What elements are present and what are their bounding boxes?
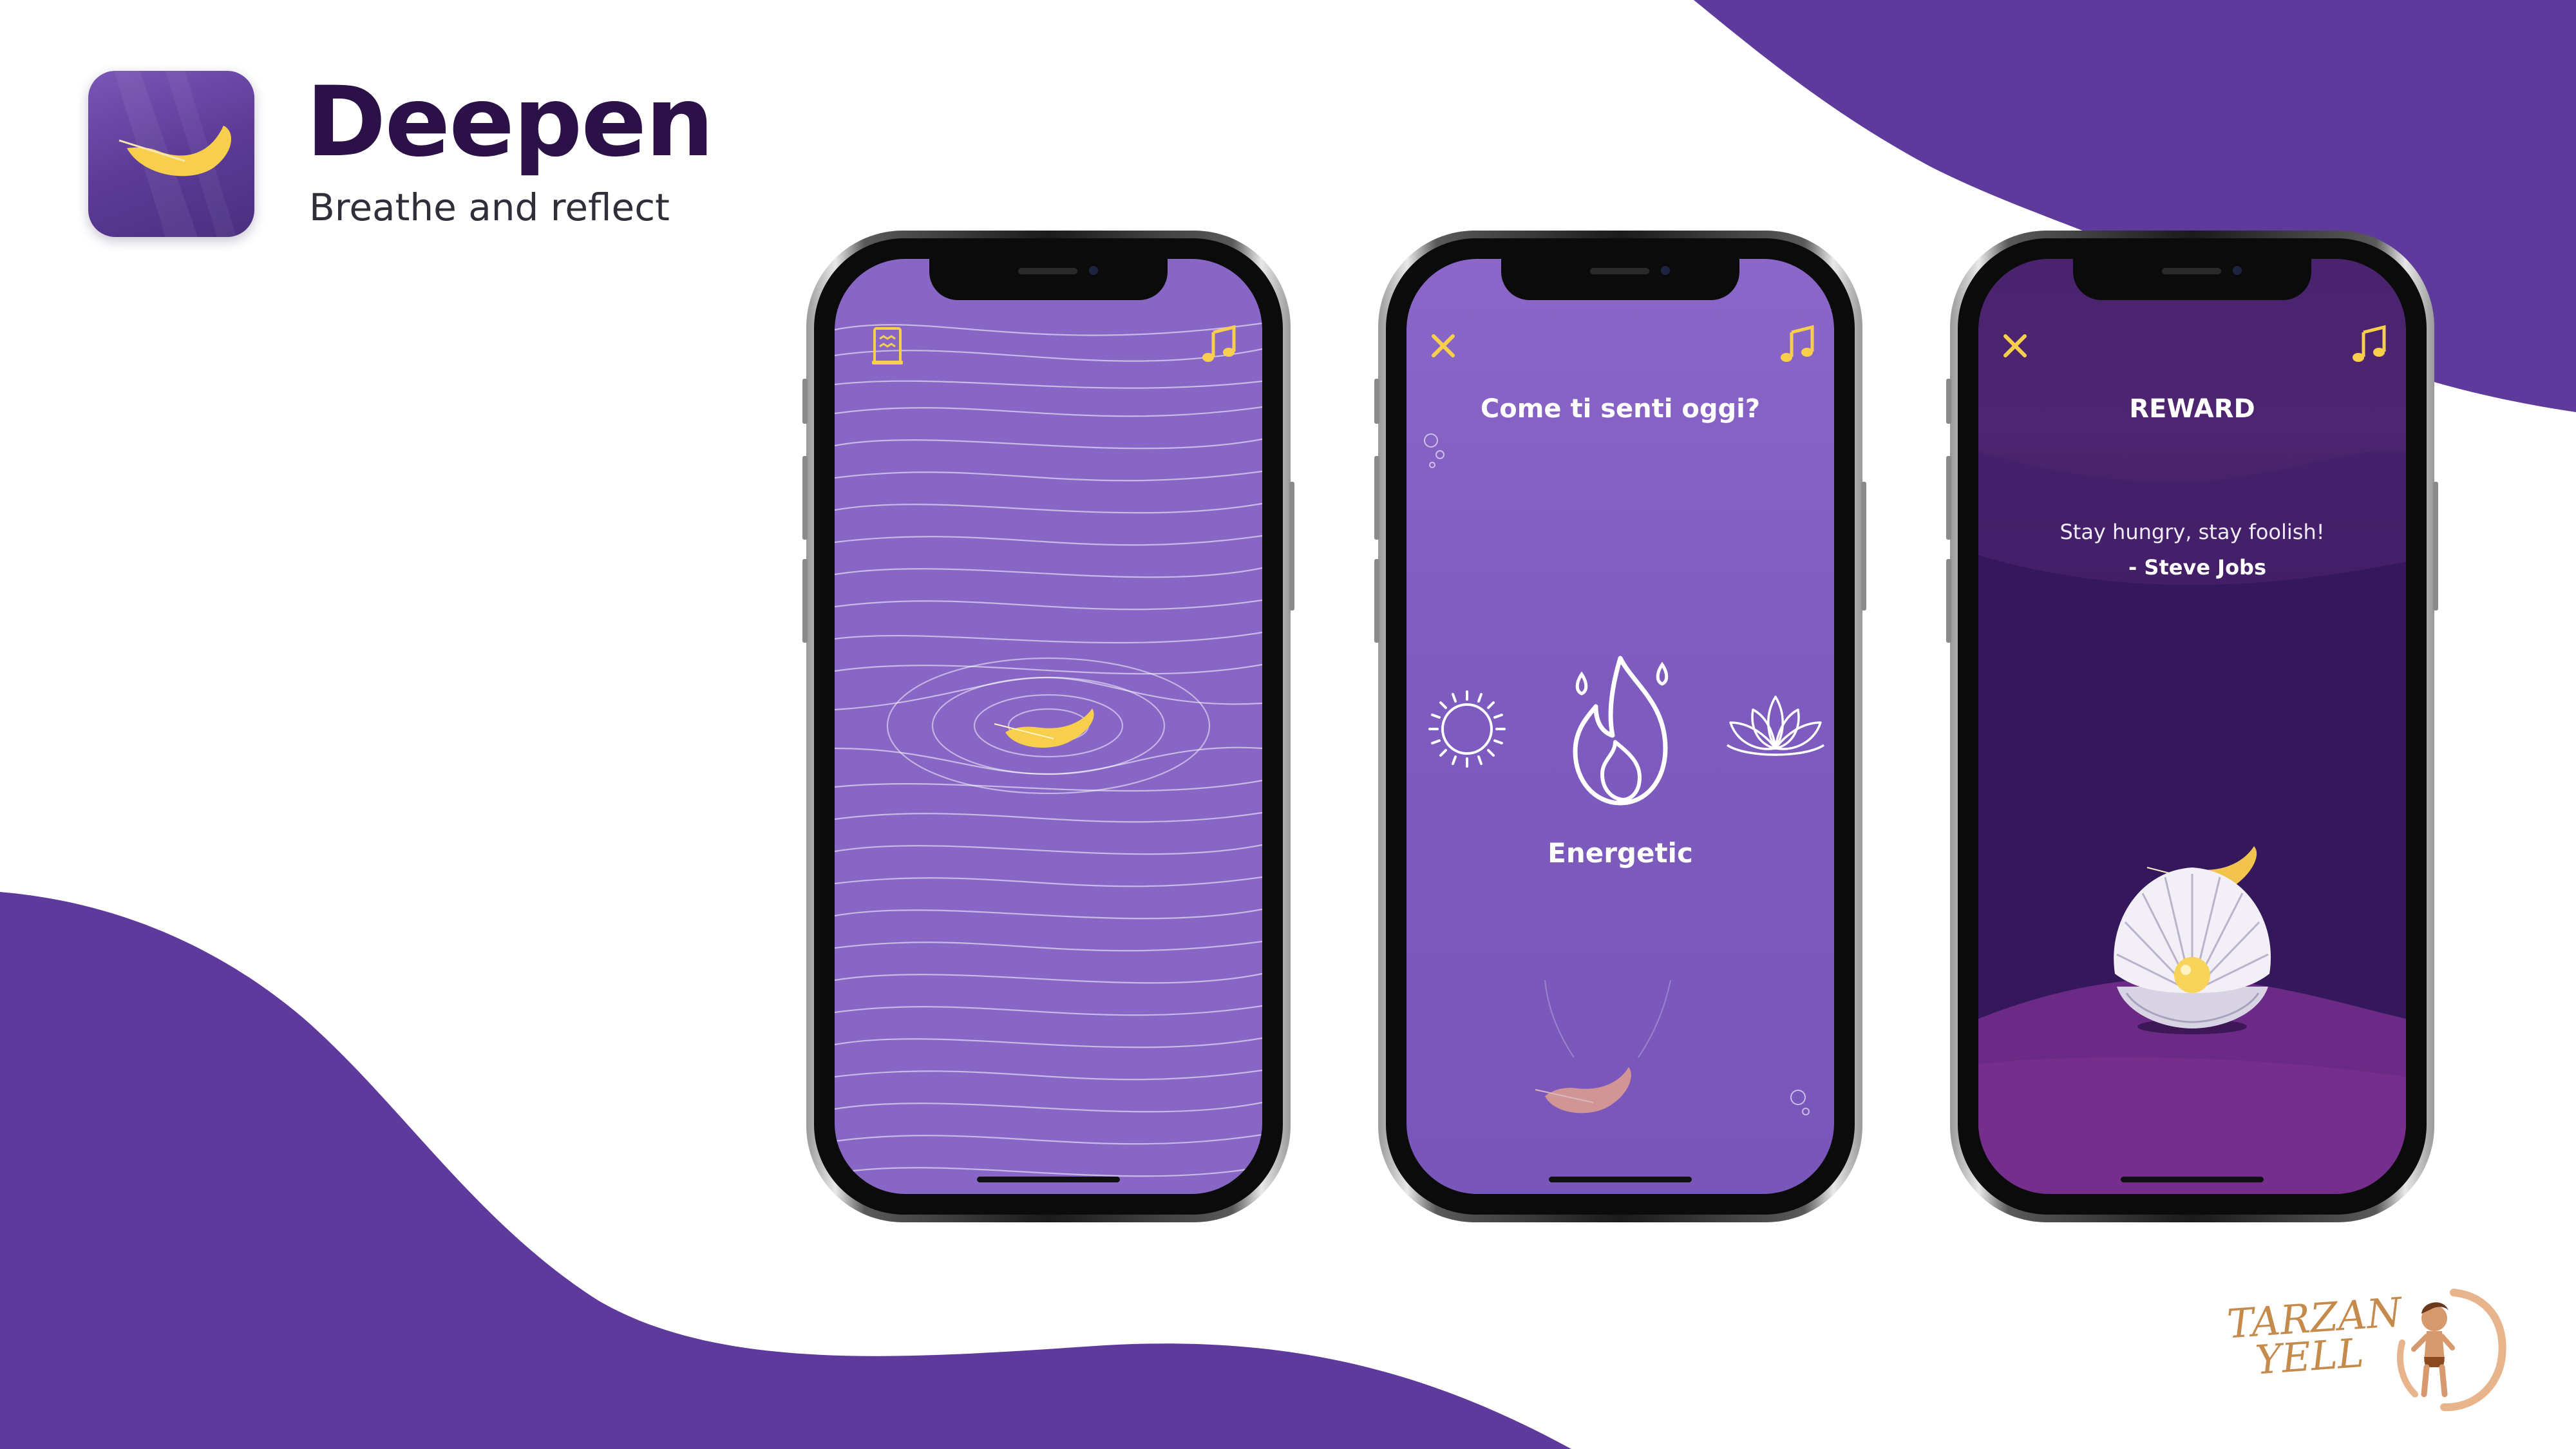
water-lines bbox=[835, 322, 1262, 1177]
tarzan-character-icon bbox=[2397, 1289, 2506, 1412]
screen-reward: REWARD Stay hungry, stay foolish! - Stev… bbox=[1978, 259, 2406, 1194]
journal-icon[interactable] bbox=[866, 323, 911, 368]
home-indicator bbox=[977, 1177, 1120, 1182]
notch bbox=[929, 259, 1168, 300]
screen-pond bbox=[835, 259, 1262, 1194]
ripples bbox=[886, 657, 1211, 795]
app-icon bbox=[88, 71, 254, 237]
app-subtitle: Breathe and reflect bbox=[309, 185, 670, 229]
notch bbox=[1501, 259, 1739, 300]
bottom-left-wave bbox=[0, 892, 1571, 1449]
bubbles-top bbox=[1424, 433, 1444, 468]
phone-mood: Come ti senti oggi? Energetic bbox=[1374, 231, 1866, 1222]
music-note-icon[interactable] bbox=[1197, 323, 1242, 368]
phone-reward: REWARD Stay hungry, stay foolish! - Stev… bbox=[1946, 231, 2438, 1222]
home-indicator bbox=[1549, 1177, 1692, 1182]
app-title: Deepen bbox=[306, 66, 714, 178]
phone-pond bbox=[802, 231, 1294, 1222]
reward-title: REWARD bbox=[2129, 394, 2255, 424]
reward-author: - Steve Jobs bbox=[2128, 555, 2266, 580]
reward-quote: Stay hungry, stay foolish! bbox=[2060, 520, 2325, 544]
selected-mood-label: Energetic bbox=[1548, 837, 1693, 869]
sun-icon[interactable] bbox=[1416, 677, 1519, 781]
screen-mood: Come ti senti oggi? Energetic bbox=[1406, 259, 1834, 1194]
music-note-icon[interactable] bbox=[2347, 323, 2392, 368]
close-icon[interactable] bbox=[1993, 323, 2038, 368]
feather-icon bbox=[1535, 1067, 1631, 1113]
home-indicator bbox=[2121, 1177, 2264, 1182]
lotus-icon[interactable] bbox=[1721, 684, 1830, 768]
bubbles-bottom bbox=[1790, 1090, 1810, 1115]
notch bbox=[2073, 259, 2311, 300]
flame-icon[interactable] bbox=[1556, 645, 1685, 813]
